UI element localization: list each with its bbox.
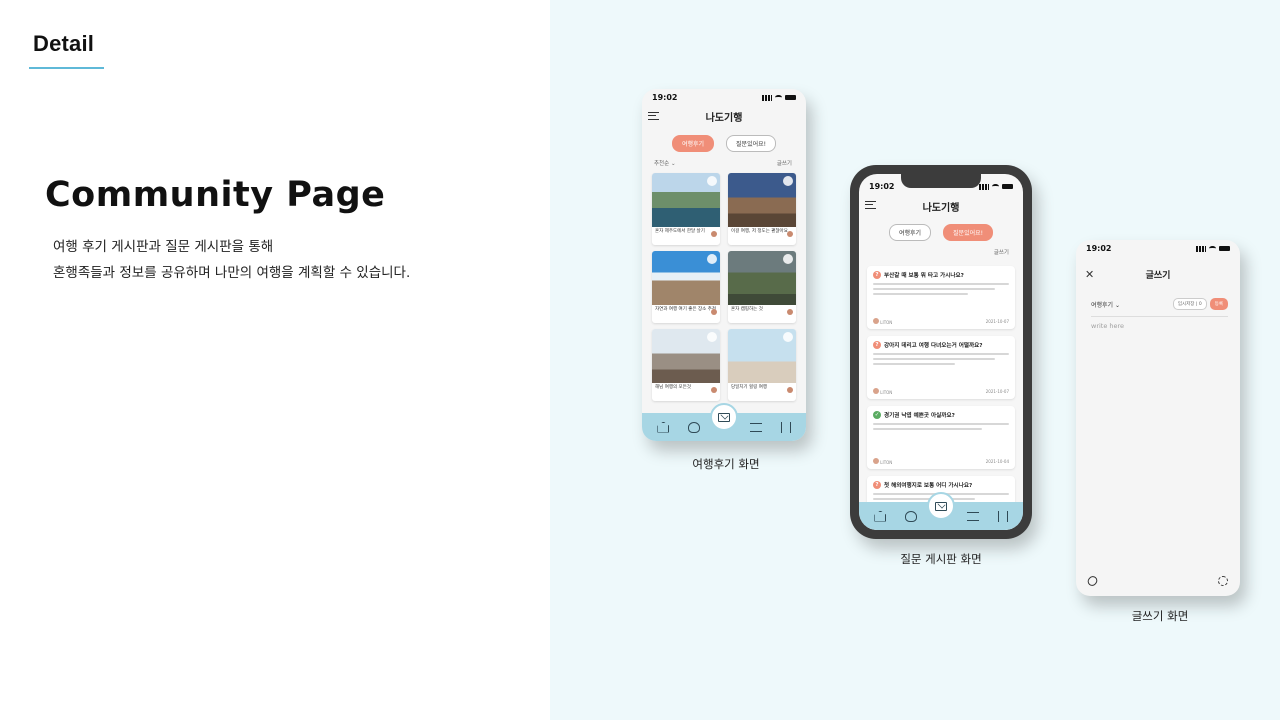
hand-icon[interactable] xyxy=(688,421,701,433)
section-title: Detail xyxy=(33,31,95,56)
write-link[interactable]: 글쓰기 xyxy=(994,248,1009,256)
app-title: 나도기행 xyxy=(922,203,960,214)
signal-icon xyxy=(1196,245,1206,252)
phone-notch xyxy=(901,174,981,188)
status-time: 19:02 xyxy=(1086,244,1112,253)
category-select[interactable]: 여행후기 ⌄ xyxy=(1091,300,1120,309)
hand-icon[interactable] xyxy=(905,510,918,522)
avatar xyxy=(873,318,879,324)
chevron-down-icon: ⌄ xyxy=(1115,301,1121,309)
phone-question-board: 19:02 나도기행 여행후기 질문있어요! 글쓰기 ? 부산갈 때 보통 뭐 타… xyxy=(850,165,1032,539)
tab-review[interactable]: 여행후기 xyxy=(671,135,715,152)
question-list: ? 부산갈 때 보통 뭐 타고 가시나요? LITON 2021-10-07 ? 강아… xyxy=(867,266,1015,530)
avatar xyxy=(873,458,879,464)
signal-icon xyxy=(762,94,772,101)
check-badge-icon: ✓ xyxy=(873,411,881,419)
question-item[interactable]: ? 강아지 데리고 여행 다녀오는거 어떨까요? LITON 2021-10-07 xyxy=(867,336,1015,399)
slide: Detail Community Page 여행 후기 게시판과 질문 게시판을… xyxy=(0,0,1280,720)
signal-icon xyxy=(979,183,989,190)
avatar xyxy=(873,388,879,394)
clip-icon[interactable] xyxy=(1085,574,1100,588)
tab-review[interactable]: 여행후기 xyxy=(888,224,932,241)
wifi-icon xyxy=(992,184,999,189)
write-toolbar: 여행후기 ⌄ 임시저장 | 0 등록 xyxy=(1091,298,1228,317)
board-tabs: 여행후기 질문있어요! xyxy=(859,224,1023,241)
sort-row: 글쓰기 xyxy=(871,248,1009,256)
phone-screen: 19:02 나도기행 여행후기 질문있어요! 글쓰기 ? 부산갈 때 보통 뭐 타… xyxy=(859,174,1023,530)
home-icon[interactable] xyxy=(874,510,887,522)
description-line-1: 여행 후기 게시판과 질문 게시판을 통해 xyxy=(53,239,274,255)
page-heading: Community Page xyxy=(45,175,386,215)
title-underline xyxy=(29,67,104,69)
avatar xyxy=(711,231,717,237)
sort-dropdown[interactable]: 추천순 ⌄ xyxy=(654,159,676,167)
sort-row: 추천순 ⌄ 글쓰기 xyxy=(654,159,792,167)
battery-icon xyxy=(785,95,796,100)
left-panel: Detail Community Page 여행 후기 게시판과 질문 게시판을… xyxy=(0,0,550,720)
status-time: 19:02 xyxy=(652,93,678,102)
heart-icon[interactable] xyxy=(783,254,793,264)
question-badge-icon: ? xyxy=(873,481,881,489)
gear-icon[interactable] xyxy=(1218,576,1228,586)
board-tabs: 여행후기 질문있어요! xyxy=(642,135,806,152)
heart-icon[interactable] xyxy=(707,254,717,264)
message-button[interactable] xyxy=(710,403,738,431)
wifi-icon xyxy=(775,95,782,100)
message-button[interactable] xyxy=(927,492,955,520)
heart-icon[interactable] xyxy=(783,176,793,186)
heart-icon[interactable] xyxy=(707,176,717,186)
review-card[interactable]: 혼자 캠핑하는 것 xyxy=(728,251,796,323)
avatar xyxy=(711,387,717,393)
status-bar: 19:02 xyxy=(652,93,796,102)
avatar xyxy=(787,387,793,393)
status-bar: 19:02 xyxy=(1086,244,1230,253)
write-title: 글쓰기 xyxy=(1145,271,1171,281)
heart-icon[interactable] xyxy=(707,332,717,342)
home-icon[interactable] xyxy=(657,421,670,433)
review-card[interactable]: 해님 여행의 모든것 xyxy=(652,329,720,401)
review-card[interactable]: 당일치기 힐링 여행 xyxy=(728,329,796,401)
list-icon[interactable] xyxy=(749,422,762,432)
submit-button[interactable]: 등록 xyxy=(1209,298,1228,310)
question-badge-icon: ? xyxy=(873,341,881,349)
question-item[interactable]: ? 부산갈 때 보통 뭐 타고 가시나요? LITON 2021-10-07 xyxy=(867,266,1015,329)
question-item[interactable]: ✓ 경기권 낙엽 예쁜곳 아실까요? LITON 2021-10-04 xyxy=(867,406,1015,469)
mail-icon xyxy=(935,501,947,511)
avatar xyxy=(711,309,717,315)
chevron-down-icon: ⌄ xyxy=(670,161,676,167)
review-card[interactable]: 이걸 여행, 저 정도는 괜찮아요 xyxy=(728,173,796,245)
avatar xyxy=(787,309,793,315)
caption-question: 질문 게시판 화면 xyxy=(900,552,982,566)
book-icon[interactable] xyxy=(997,510,1008,522)
tab-question[interactable]: 질문있어요! xyxy=(726,135,777,152)
review-grid: 혼자 제주도에서 한달 살기 이걸 여행, 저 정도는 괜찮아요 자연과 여행 … xyxy=(652,173,796,401)
review-card[interactable]: 자연과 여행 여기 좋은 장소 추천 xyxy=(652,251,720,323)
avatar xyxy=(787,231,793,237)
description: 여행 후기 게시판과 질문 게시판을 통해 혼행족들과 정보를 공유하며 나만의… xyxy=(53,234,410,286)
heart-icon[interactable] xyxy=(783,332,793,342)
caption-write: 글쓰기 화면 xyxy=(1131,609,1189,623)
write-link[interactable]: 글쓰기 xyxy=(777,159,792,167)
post-body-input[interactable]: write here xyxy=(1091,322,1124,330)
review-card[interactable]: 혼자 제주도에서 한달 살기 xyxy=(652,173,720,245)
question-badge-icon: ? xyxy=(873,271,881,279)
temp-save-button[interactable]: 임시저장 | 0 xyxy=(1172,298,1207,310)
description-line-2: 혼행족들과 정보를 공유하며 나만의 여행을 계획할 수 있습니다. xyxy=(53,265,411,281)
book-icon[interactable] xyxy=(780,421,791,433)
mail-icon xyxy=(718,412,730,422)
list-icon[interactable] xyxy=(966,511,979,521)
wifi-icon xyxy=(1209,246,1216,251)
app-title: 나도기행 xyxy=(705,113,743,124)
battery-icon xyxy=(1002,184,1013,189)
status-time: 19:02 xyxy=(869,182,895,191)
phone-write-screen: 19:02 ✕ 글쓰기 여행후기 ⌄ 임시저장 | 0 등록 write her… xyxy=(1076,240,1240,596)
phone-review-board: 19:02 나도기행 여행후기 질문있어요! 추천순 ⌄ 글쓰기 혼자 제주도에… xyxy=(642,89,806,441)
battery-icon xyxy=(1219,246,1230,251)
caption-review: 여행후기 화면 xyxy=(692,457,760,471)
tab-question[interactable]: 질문있어요! xyxy=(943,224,994,241)
